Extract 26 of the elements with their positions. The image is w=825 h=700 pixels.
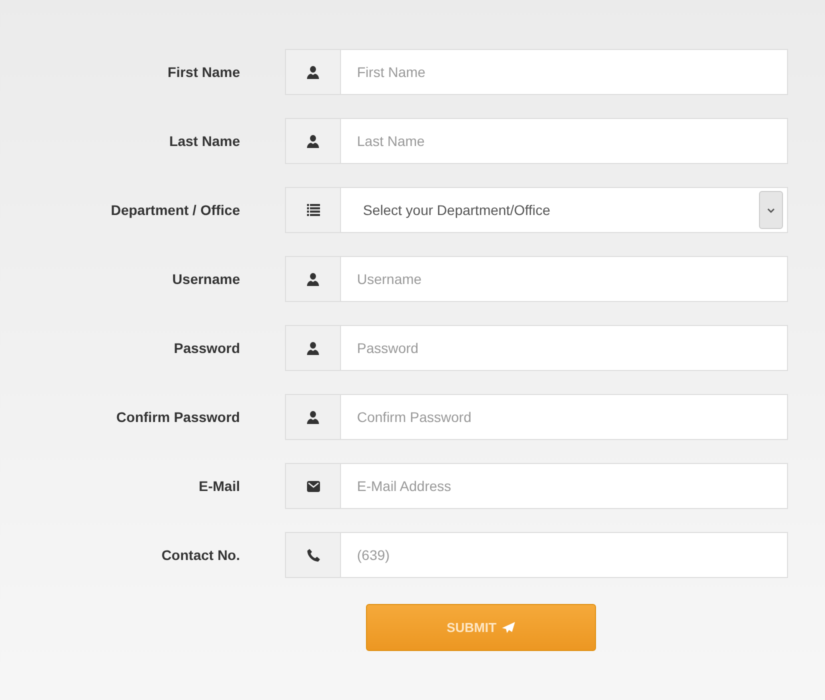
input-field[interactable]: Confirm Password [341,394,788,440]
user-icon [307,410,319,424]
input-field[interactable]: Last Name [341,118,788,164]
list-icon [306,204,320,216]
field-label: E-Mail [198,478,241,494]
input-field[interactable]: E-Mail Address [341,463,788,509]
field-label: Confirm Password [115,409,241,425]
user-icon [307,134,319,148]
user-icon [307,66,319,78]
user-icon [307,272,319,286]
field-label: First Name [166,64,241,80]
field-label: Department / Office [110,202,241,218]
field-label: Password [172,340,241,356]
phone-icon [306,548,320,562]
input-field[interactable]: First Name [341,49,788,95]
input-field[interactable]: (639) [341,532,788,578]
caret-icon [767,208,775,212]
field-label: Username [171,271,241,287]
user-icon [307,342,319,354]
field-label: Contact No. [160,547,241,563]
envelope-icon [306,480,320,492]
input-field[interactable]: Password [341,325,788,371]
input-field[interactable]: Username [341,256,788,302]
send-icon [502,622,516,633]
department-select[interactable]: Select your Department/Office [341,187,788,233]
field-label: Last Name [168,133,241,149]
